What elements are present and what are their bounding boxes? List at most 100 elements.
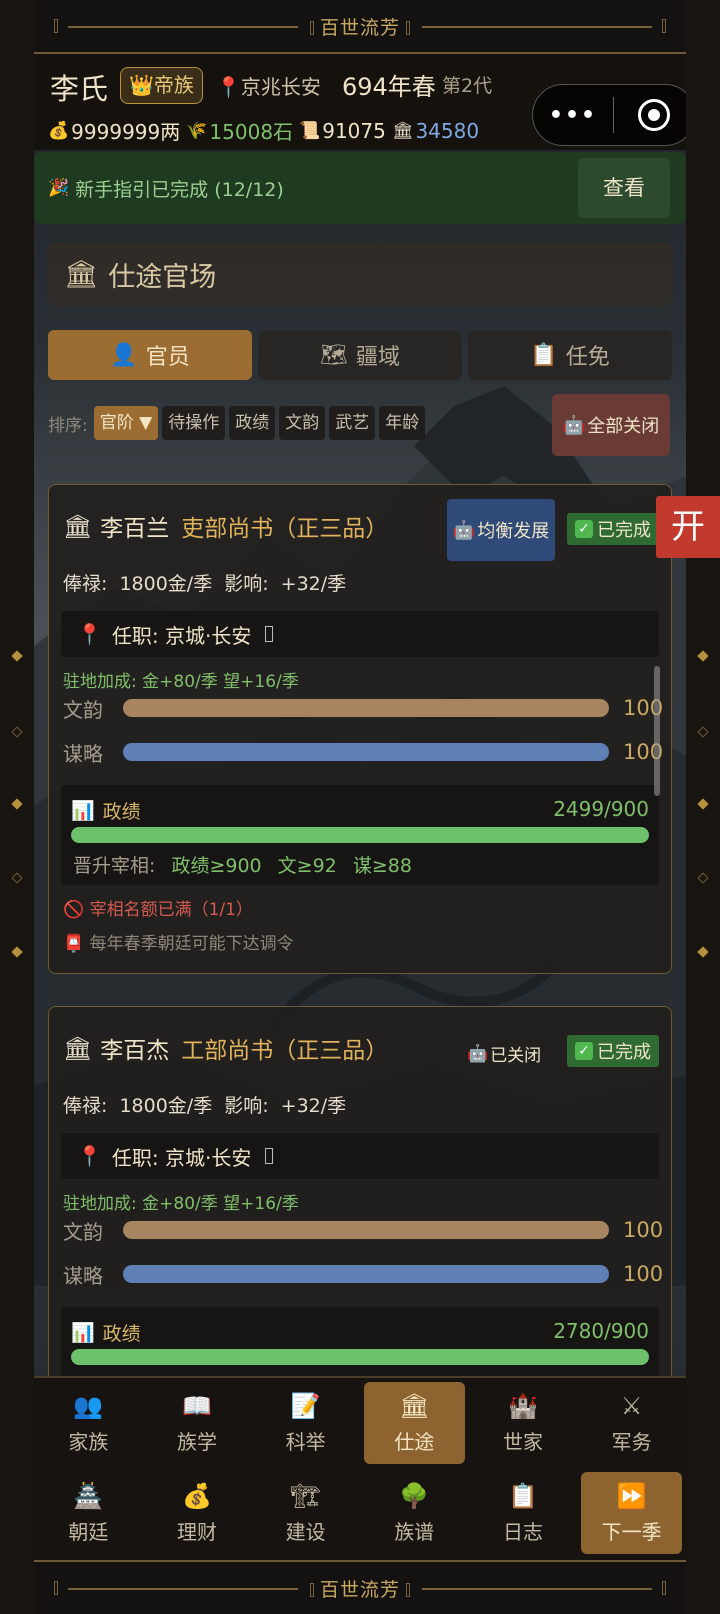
banner-line <box>68 1588 316 1590</box>
rail-ornament <box>11 798 23 810</box>
nav-build[interactable]: 🏗 建设 <box>251 1468 360 1558</box>
strategy-label: 已关闭 <box>490 1046 542 1066</box>
scrollbar-thumb[interactable] <box>654 666 660 796</box>
government-icon: 🏛 <box>391 120 414 141</box>
stat-label: 文韵 <box>63 1219 103 1244</box>
person-icon: 👤 <box>110 342 138 368</box>
view-guide-button[interactable]: 查看 <box>578 158 670 218</box>
tab-label: 疆域 <box>355 345 400 370</box>
miniapp-capsule: ••• <box>532 84 686 146</box>
sort-label: 排序: <box>48 415 88 436</box>
clan-header: 李氏 👑帝族 📍京兆长安 694年春 第2代 💰 9999999两 🌾 15008石… <box>34 56 686 150</box>
stat-bar <box>123 1221 609 1239</box>
chart-icon: 📊 <box>71 800 95 822</box>
scroll-value: 91075 <box>322 118 386 143</box>
clan-name: 李氏 <box>50 72 109 106</box>
check-icon: ✓ <box>575 520 593 538</box>
banner-line <box>68 26 316 28</box>
strategy-button[interactable]: 🤖 已关闭 <box>467 1041 542 1067</box>
prestige-value: 34580 <box>415 118 480 143</box>
status-badge: ✓ 已完成 <box>567 513 659 545</box>
sort-performance-chip[interactable]: 政绩 <box>229 406 276 440</box>
status-badge: ✓ 已完成 <box>567 1035 659 1067</box>
rail-ornament <box>697 650 709 662</box>
close-all-button[interactable]: 🤖 全部关闭 <box>552 394 670 456</box>
sort-pending-chip[interactable]: 待操作 <box>162 406 226 440</box>
promotion-requirements: 晋升宰相: 政绩≥900 文≥92 谋≥88 <box>73 851 412 878</box>
nav-court[interactable]: 🏯 朝廷 <box>34 1468 143 1558</box>
grain-icon: 🌾 <box>186 120 208 141</box>
close-miniapp-button[interactable] <box>614 99 686 131</box>
rail-ornament <box>11 650 23 662</box>
nav-school[interactable]: 📖 族学 <box>143 1378 252 1468</box>
gold-value: 9999999两 <box>71 120 181 144</box>
performance-bar <box>71 827 649 843</box>
next-season-button[interactable]: ⏩ 下一季 <box>581 1472 682 1554</box>
nav-genealogy[interactable]: 🌳 族谱 <box>360 1468 469 1558</box>
promotion-reqs: 政绩≥900 文≥92 谋≥88 <box>171 855 412 877</box>
tab-appointments[interactable]: 📋 任免 <box>468 330 672 380</box>
rank-badge[interactable]: 👑帝族 <box>120 67 203 104</box>
pin-icon: 📍 <box>77 622 102 646</box>
official-name: 李百杰 <box>100 1038 170 1064</box>
nav-label: 建设 <box>285 1519 326 1544</box>
prohibited-icon: 🚫 <box>63 900 85 920</box>
nav-label: 日志 <box>502 1519 543 1544</box>
post-row[interactable]: 📍 任职: 京城·长安 <box>61 611 659 657</box>
sort-age-chip[interactable]: 年龄 <box>379 406 426 440</box>
salary-info: 俸禄: 1800金/季 影响: +32/季 <box>63 573 347 595</box>
sort-rank-chip[interactable]: 官阶 ▼ <box>93 406 159 440</box>
nav-label: 下一季 <box>601 1519 662 1544</box>
stat-bar <box>123 743 609 761</box>
post-label: 任职: 京城·长安 <box>111 623 252 648</box>
performance-box: 📊 政绩 2499/900 晋升宰相: 政绩≥900 文≥92 谋≥88 <box>61 785 659 885</box>
sort-martial-chip[interactable]: 武艺 <box>329 406 376 440</box>
pin-icon: 📍 <box>77 1144 102 1168</box>
tab-officials[interactable]: 👤 官员 <box>48 330 252 380</box>
grain-resource: 🌾 15008石 <box>186 116 293 145</box>
nav-clans[interactable]: 🏰 世家 <box>469 1378 578 1468</box>
status-label: 已完成 <box>597 520 651 541</box>
log-icon: 📋 <box>508 1481 538 1510</box>
post-row[interactable]: 📍 任职: 京城·长安 <box>61 1133 659 1179</box>
nav-log[interactable]: 📋 日志 <box>469 1468 578 1558</box>
nav-exam[interactable]: 📝 科举 <box>251 1378 360 1468</box>
nav-career[interactable]: 🏛 仕途 <box>363 1382 465 1464</box>
banner-cap <box>662 19 666 33</box>
book-icon: 📖 <box>182 1391 212 1420</box>
rail-ornament <box>697 726 709 738</box>
sort-literature-chip[interactable]: 文韵 <box>279 406 326 440</box>
prestige-resource: 🏛 34580 <box>392 116 479 145</box>
strategy-button[interactable]: 🤖 均衡发展 <box>447 499 555 561</box>
right-frame-rail <box>686 0 720 1614</box>
nav-finance[interactable]: 💰 理财 <box>143 1468 252 1558</box>
nav-label: 世家 <box>502 1429 543 1454</box>
performance-label: 政绩 <box>102 1323 141 1345</box>
nav-label: 科举 <box>285 1429 326 1454</box>
note-text: 📮 每年春季朝廷可能下达调令 <box>63 929 294 954</box>
palace-icon: 🏯 <box>73 1481 104 1510</box>
banner-title-wrap: 百世流芳 <box>297 1574 422 1602</box>
more-icon[interactable]: ••• <box>533 103 613 128</box>
open-button[interactable]: 开 <box>656 496 720 558</box>
nav-family[interactable]: 👥 家族 <box>34 1378 143 1468</box>
rail-ornament <box>11 872 23 884</box>
nav-label: 理财 <box>176 1519 217 1544</box>
generation: 第2代 <box>442 75 493 97</box>
missing-glyph-icon <box>265 626 274 642</box>
tab-label: 官员 <box>145 345 190 370</box>
left-frame-rail <box>0 0 34 1614</box>
performance-title: 📊 政绩 <box>71 797 141 824</box>
castle-icon: 🏰 <box>508 1391 538 1420</box>
banner-cap <box>406 1583 410 1597</box>
post-label: 任职: 京城·长安 <box>111 1145 252 1170</box>
nav-label: 军务 <box>611 1429 652 1454</box>
grain-value: 15008石 <box>209 120 294 144</box>
scroll-icon: 📜 <box>299 120 321 141</box>
tab-territory[interactable]: 🗺 疆域 <box>258 330 462 380</box>
rail-ornament <box>11 946 23 958</box>
nav-military[interactable]: ⚔ 军务 <box>577 1378 686 1468</box>
performance-value: 2780/900 <box>553 1319 649 1343</box>
bottom-nav: 👥 家族 📖 族学 📝 科举 🏛 仕途 🏰 世家 ⚔ 军务 🏯 朝廷 💰 理财 🏗 建设 🌳 族谱 … <box>34 1376 686 1558</box>
rank-badge-label: 帝族 <box>153 73 194 97</box>
